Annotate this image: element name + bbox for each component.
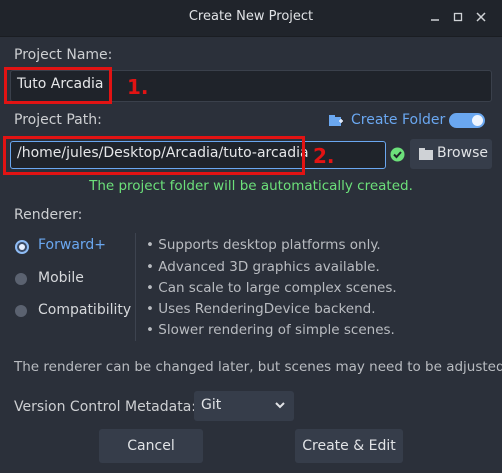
renderer-feature: • Uses RenderingDevice backend.	[146, 301, 376, 317]
title-bar: Create New Project	[0, 0, 502, 37]
create-folder-switch[interactable]	[449, 113, 485, 128]
cancel-button[interactable]: Cancel	[99, 429, 203, 463]
renderer-divider	[135, 233, 136, 341]
renderer-note: The renderer can be changed later, but s…	[14, 359, 502, 375]
vcs-select[interactable]: Git	[194, 391, 294, 421]
project-name-label: Project Name:	[14, 47, 113, 63]
folder-icon	[418, 147, 434, 165]
create-folder-label: Create Folder	[351, 112, 446, 128]
renderer-option-compatibility[interactable]: Compatibility	[38, 302, 131, 318]
renderer-label: Renderer:	[14, 207, 83, 223]
annotation-2: 2.	[313, 144, 335, 168]
project-path-label: Project Path:	[14, 112, 102, 128]
path-status-message: The project folder will be automatically…	[89, 178, 413, 194]
radio-mobile[interactable]	[15, 273, 27, 285]
vcs-label: Version Control Metadata:	[14, 399, 196, 415]
browse-label: Browse	[437, 145, 488, 161]
radio-forward-plus[interactable]	[15, 240, 29, 254]
radio-compatibility[interactable]	[15, 305, 27, 317]
renderer-option-mobile[interactable]: Mobile	[38, 270, 84, 286]
renderer-feature: • Can scale to large complex scenes.	[146, 280, 397, 296]
create-folder-toggle-label[interactable]: Create Folder	[328, 112, 458, 133]
folder-add-icon	[328, 113, 344, 133]
minimize-icon[interactable]	[428, 10, 442, 24]
renderer-option-forward-plus[interactable]: Forward+	[38, 237, 106, 253]
dialog-body: Project Name: Tuto Arcadia 1. Project Pa…	[0, 37, 502, 473]
renderer-feature: • Supports desktop platforms only.	[146, 237, 381, 253]
annotation-box-2	[3, 136, 305, 175]
window-title: Create New Project	[188, 9, 314, 24]
create-edit-button[interactable]: Create & Edit	[295, 429, 403, 463]
vcs-value: Git	[201, 397, 222, 413]
renderer-feature: • Advanced 3D graphics available.	[146, 259, 380, 275]
close-icon[interactable]	[474, 10, 488, 24]
check-icon	[390, 147, 405, 166]
maximize-icon[interactable]	[451, 10, 465, 24]
chevron-down-icon	[274, 399, 286, 415]
renderer-feature: • Slower rendering of simple scenes.	[146, 322, 395, 338]
browse-button[interactable]: Browse	[410, 139, 492, 169]
annotation-box-1	[4, 67, 112, 104]
annotation-1: 1.	[127, 75, 149, 99]
